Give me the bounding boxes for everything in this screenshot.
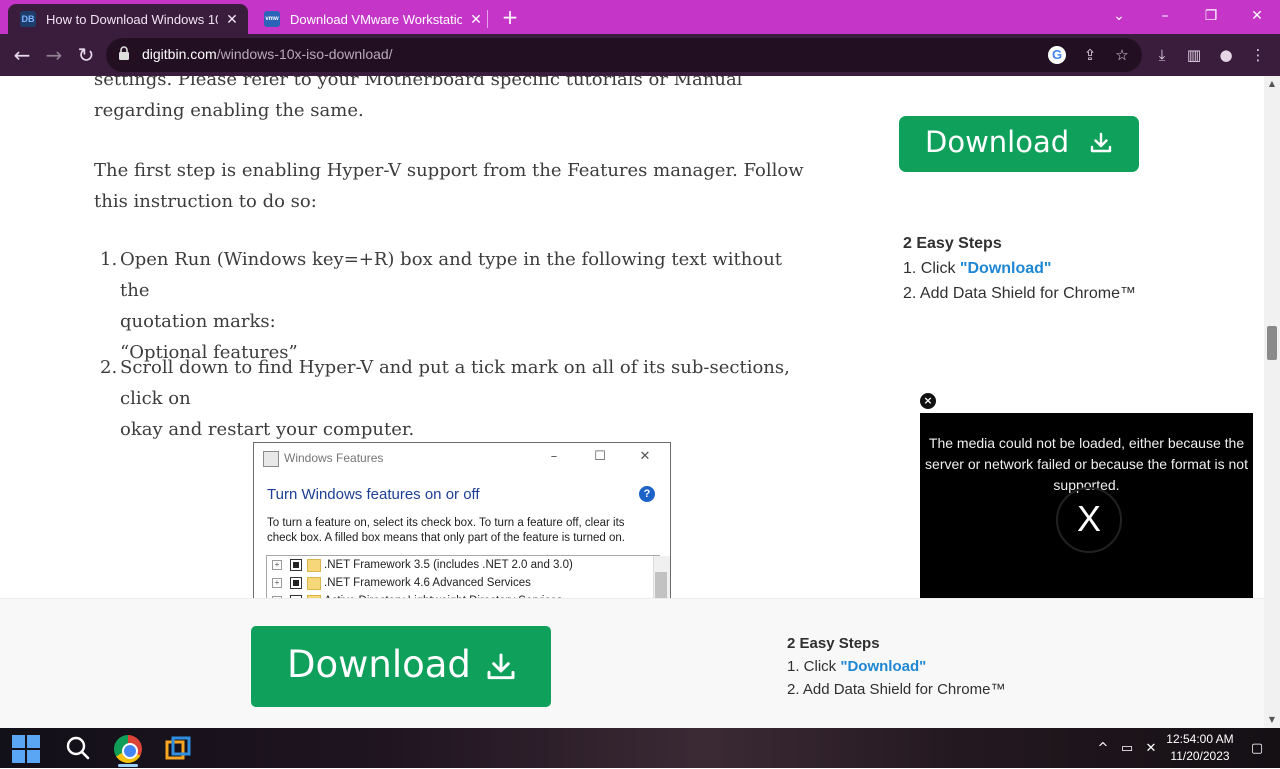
taskbar-clock[interactable]: 12:54:00 AM 11/20/2023: [1160, 731, 1240, 765]
close-icon: ✕: [639, 449, 651, 464]
step-text: 1. Click: [903, 260, 960, 277]
scroll-down-icon[interactable]: ▼: [1264, 713, 1280, 727]
tab-title: Download VMware Workstation: [290, 11, 462, 27]
url-text[interactable]: digitbin.com/windows-10x-iso-download/: [142, 46, 393, 64]
url-path: /windows-10x-iso-download/: [216, 46, 393, 62]
notification-icon[interactable]: ▢: [1248, 740, 1266, 758]
google-icon[interactable]: G: [1048, 46, 1066, 64]
scroll-up-icon[interactable]: ▲: [1264, 77, 1280, 91]
tab-title: How to Download Windows 10X: [46, 11, 218, 27]
window-title: Windows Features: [284, 451, 384, 465]
taskbar: [0, 728, 1280, 768]
help-icon: ?: [639, 486, 655, 502]
minimize-icon[interactable]: –: [1142, 3, 1188, 29]
clock-date: 11/20/2023: [1170, 749, 1230, 763]
list-text: quotation marks:: [120, 311, 276, 332]
expand-icon: +: [272, 578, 282, 588]
footer-steps: 2 Easy Steps 1. Click "Download" 2. Add …: [787, 632, 1087, 701]
tab-vmware[interactable]: vmw Download VMware Workstation ✕: [252, 4, 488, 34]
list-text: Open Run (Windows key=+R) box and type i…: [120, 249, 783, 301]
article-paragraph: The first step is enabling Hyper-V suppo…: [94, 160, 804, 212]
digitbin-favicon-icon: DB: [20, 11, 36, 27]
folder-icon: [307, 559, 321, 572]
video-player[interactable]: The media could not be loaded, either be…: [920, 413, 1253, 599]
search-icon[interactable]: [64, 735, 92, 763]
steps-title: 2 Easy Steps: [903, 235, 1002, 252]
folder-icon: [307, 577, 321, 590]
list-number: 1.: [100, 249, 118, 270]
article-paragraph: settings. Please refer to your Motherboa…: [94, 76, 743, 121]
tab-search-icon[interactable]: ⌄: [1096, 3, 1142, 29]
download-arrow-icon: [1090, 132, 1112, 153]
windows-start-icon[interactable]: [12, 735, 40, 763]
close-window-icon[interactable]: ✕: [1234, 3, 1280, 29]
step-text: 2. Add Data Shield for Chrome™: [787, 681, 1006, 698]
clock-time: 12:54:00 AM: [1166, 732, 1234, 746]
download-label: Download: [925, 125, 1070, 159]
tab-digitbin[interactable]: DB How to Download Windows 10X ✕: [8, 4, 248, 34]
window-description: To turn a feature on, select its check b…: [267, 517, 625, 544]
forward-arrow-icon[interactable]: →: [40, 41, 68, 69]
list-number: 2.: [100, 357, 118, 378]
network-icon[interactable]: ▭: [1118, 740, 1136, 758]
share-icon[interactable]: ⇪: [1080, 45, 1100, 65]
steps-title: 2 Easy Steps: [787, 635, 880, 652]
tray-chevron-icon[interactable]: ^: [1094, 740, 1112, 758]
maximize-icon: ☐: [594, 449, 606, 464]
minimize-icon: –: [550, 449, 558, 464]
feature-row: + .NET Framework 3.5 (includes .NET 2.0 …: [267, 556, 647, 574]
step-text: 2. Add Data Shield for Chrome™: [903, 285, 1137, 302]
downloads-icon[interactable]: ⤓: [1152, 45, 1172, 65]
sidebar-steps: 2 Easy Steps 1. Click "Download" 2. Add …: [903, 231, 1203, 306]
download-arrow-icon: [487, 653, 515, 680]
bookmark-star-icon[interactable]: ☆: [1112, 45, 1132, 65]
tab-separator: [487, 10, 488, 28]
chrome-icon[interactable]: [114, 735, 142, 763]
vmware-icon[interactable]: [165, 736, 191, 762]
lock-icon[interactable]: [118, 46, 132, 62]
expand-icon: +: [272, 560, 282, 570]
url-domain: digitbin.com: [142, 46, 217, 62]
page-scrollbar[interactable]: [1264, 76, 1280, 728]
scroll-thumb[interactable]: [1267, 326, 1277, 360]
volume-muted-icon[interactable]: ✕: [1142, 740, 1160, 758]
vmware-favicon-icon: vmw: [264, 11, 280, 27]
feature-label: .NET Framework 3.5 (includes .NET 2.0 an…: [324, 559, 573, 571]
side-panel-icon[interactable]: ▥: [1184, 45, 1204, 65]
feature-row: + .NET Framework 4.6 Advanced Services: [267, 574, 647, 592]
video-close-icon[interactable]: ×: [920, 393, 936, 409]
list-text: okay and restart your computer.: [120, 419, 415, 440]
tab-close-icon[interactable]: ✕: [224, 11, 240, 27]
reload-icon[interactable]: ↻: [72, 41, 100, 69]
download-label: Download: [287, 643, 471, 686]
sidebar-download-button[interactable]: Download: [899, 116, 1139, 172]
feature-label: .NET Framework 4.6 Advanced Services: [324, 577, 531, 589]
active-app-indicator: [118, 764, 138, 767]
restore-icon[interactable]: ❐: [1188, 3, 1234, 29]
tab-close-icon[interactable]: ✕: [468, 11, 484, 27]
back-arrow-icon[interactable]: ←: [8, 41, 36, 69]
download-link[interactable]: "Download": [960, 260, 1052, 277]
menu-dots-icon[interactable]: ⋮: [1248, 45, 1268, 65]
profile-icon[interactable]: ●: [1216, 45, 1236, 65]
video-error-icon: X: [1056, 487, 1122, 553]
new-tab-button[interactable]: +: [498, 6, 522, 30]
checkbox-partial-icon: [290, 559, 302, 571]
step-text: 1. Click: [787, 658, 841, 675]
window-heading: Turn Windows features on or off: [267, 486, 480, 503]
download-link[interactable]: "Download": [840, 658, 926, 675]
checkbox-partial-icon: [290, 577, 302, 589]
list-text: Scroll down to find Hyper-V and put a ti…: [120, 357, 790, 409]
footer-download-button[interactable]: Download: [251, 626, 551, 707]
window-app-icon: [263, 451, 279, 467]
footer-ad: Download 2 Easy Steps 1. Click "Download…: [0, 598, 1264, 729]
